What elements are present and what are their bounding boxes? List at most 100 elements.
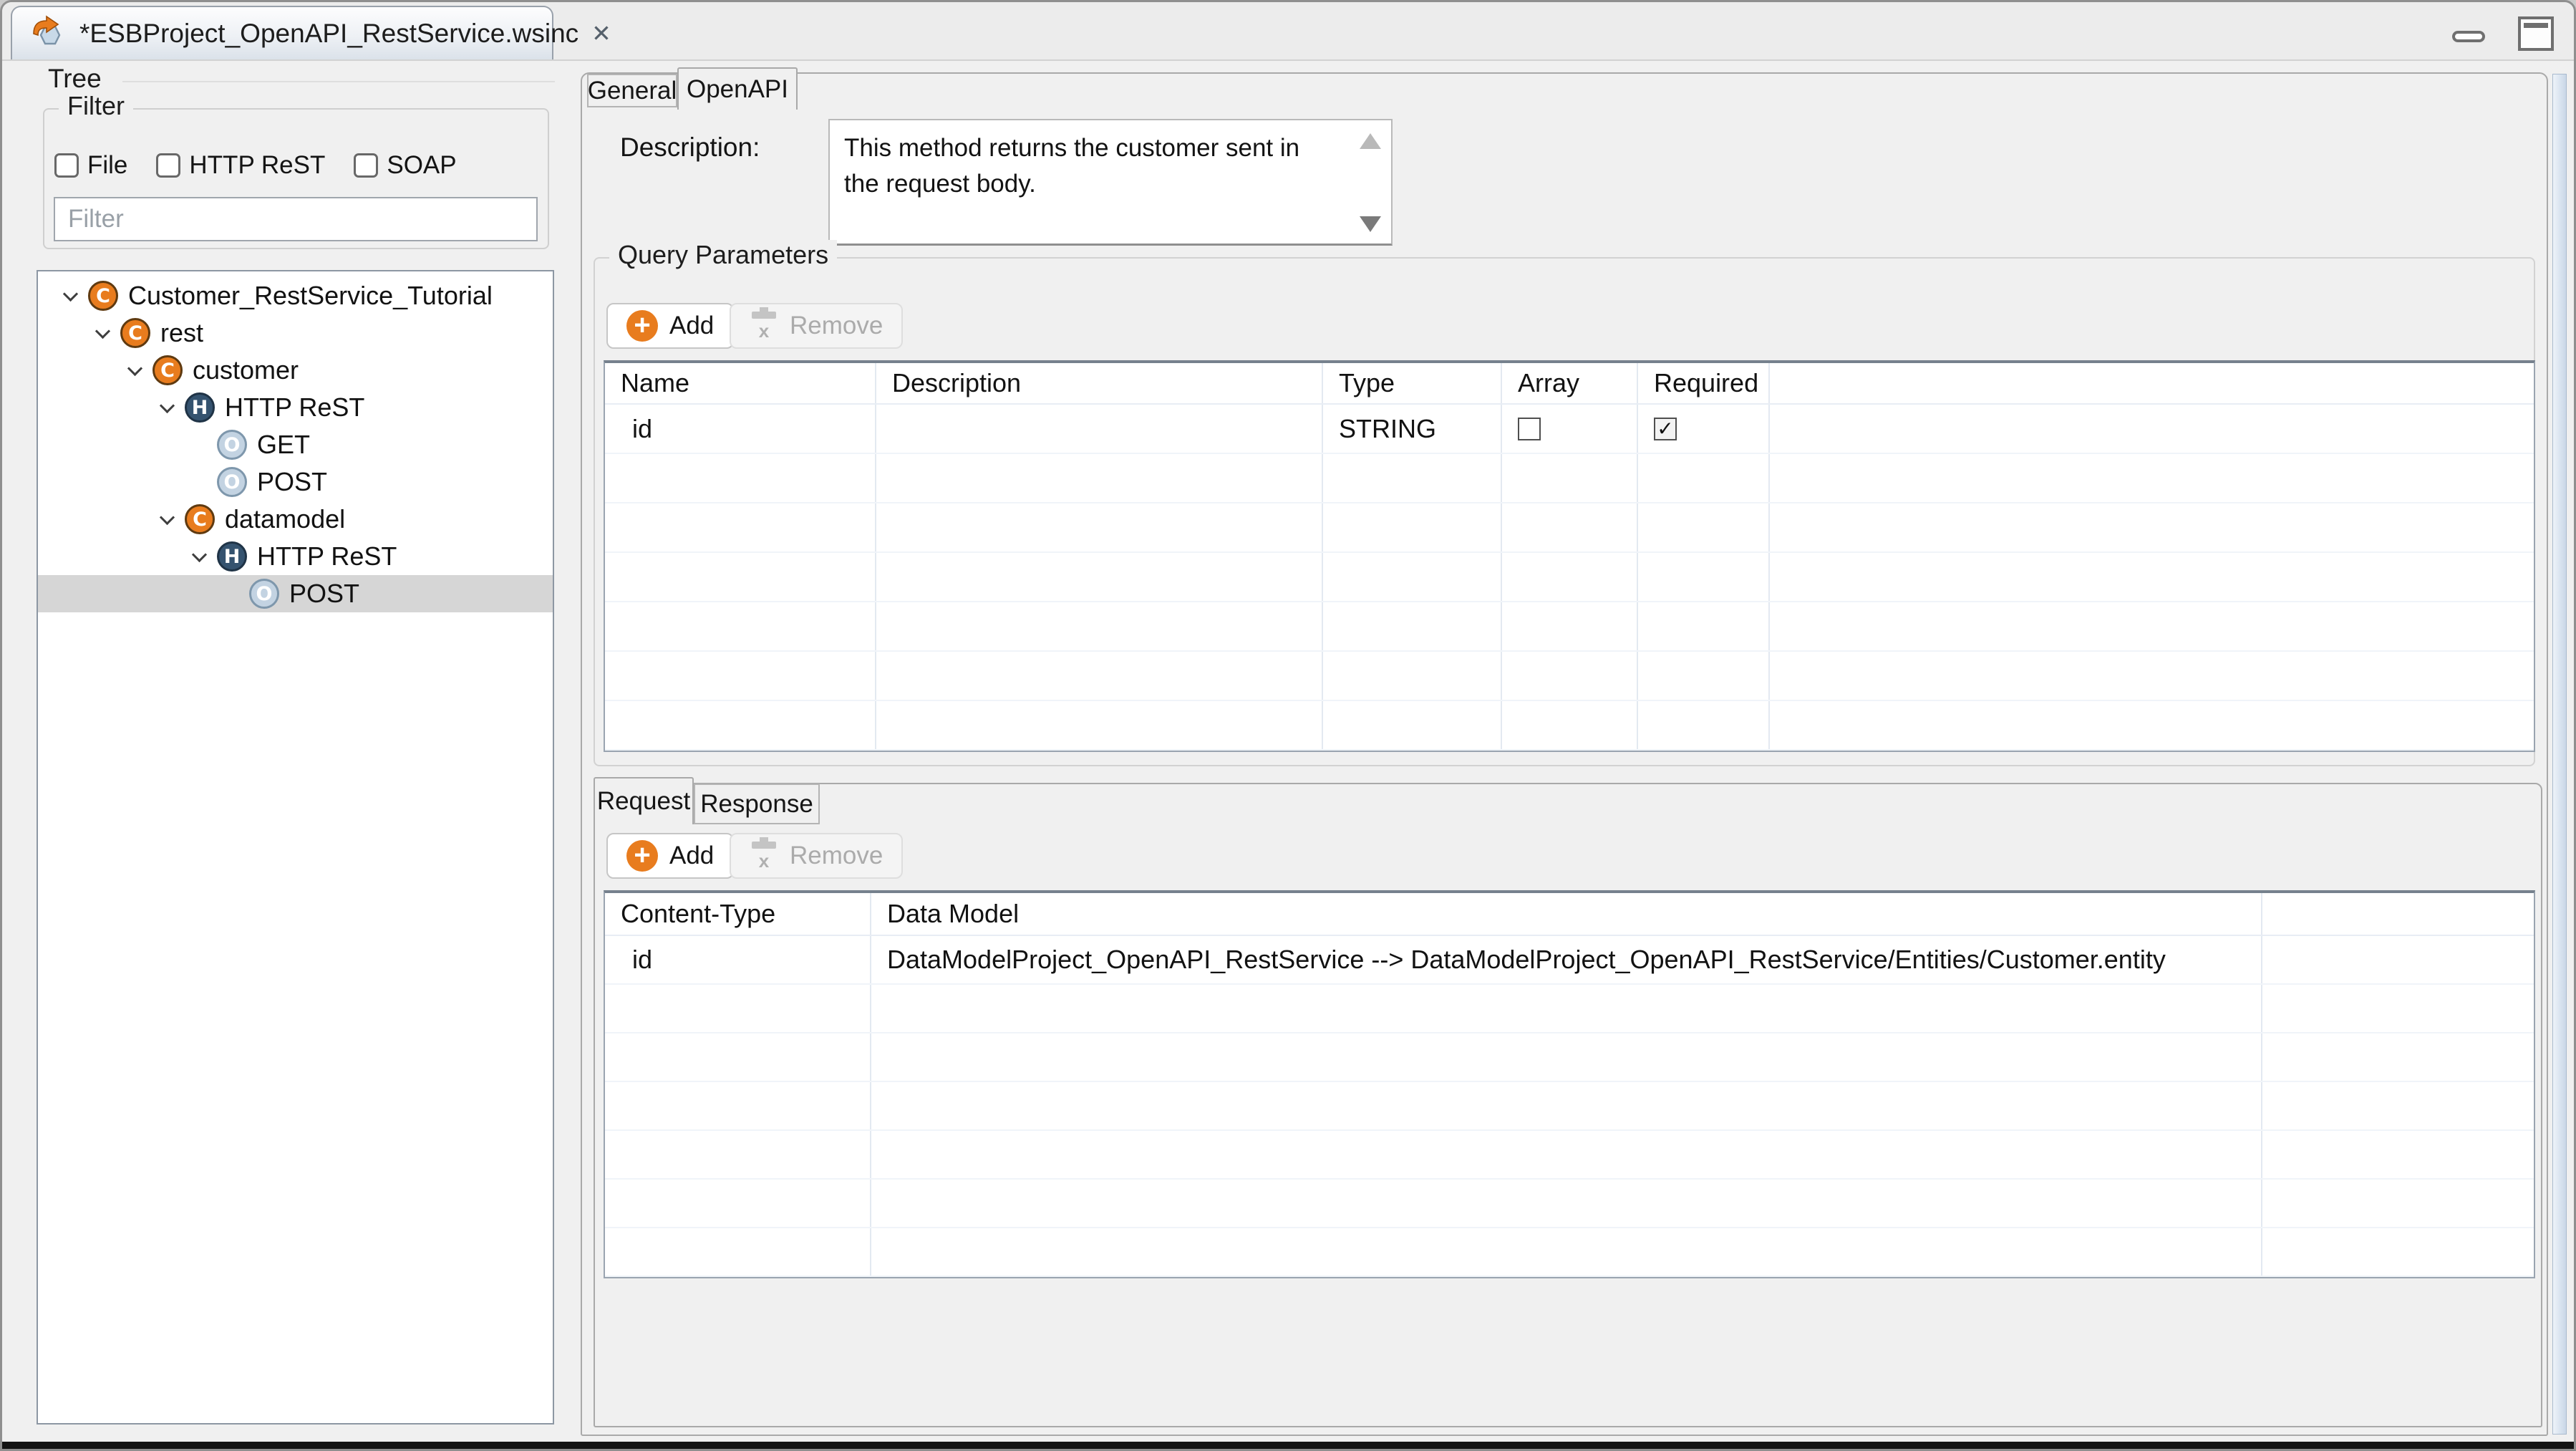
column-header-array[interactable]: Array <box>1502 363 1638 403</box>
description-text: This method returns the customer sent in… <box>844 130 1331 202</box>
editor-tab-title: *ESBProject_OpenAPI_RestService.wsinc <box>79 19 578 49</box>
tree-item-post[interactable]: O POST <box>38 463 553 501</box>
maximize-glyph <box>2524 23 2548 28</box>
file-checkbox[interactable]: ✓ <box>54 153 79 178</box>
table-row-empty[interactable] <box>605 1082 2534 1131</box>
cell-data-model: DataModelProject_OpenAPI_RestService -->… <box>871 936 2262 983</box>
query-parameters-table: Name Description Type Array Required id … <box>604 360 2535 752</box>
tree-item-rest[interactable]: C rest <box>38 314 553 352</box>
column-header-filler <box>2262 893 2534 935</box>
category-icon: C <box>120 318 150 348</box>
cell-name: id <box>605 405 876 453</box>
column-header-required[interactable]: Required <box>1638 363 1770 403</box>
filter-option-file: ✓ File <box>54 151 127 180</box>
column-header-name[interactable]: Name <box>605 363 876 403</box>
chevron-down-icon[interactable] <box>159 399 176 416</box>
soap-checkbox-label: SOAP <box>387 151 456 180</box>
remove-icon: x <box>750 310 778 342</box>
scroll-up-icon[interactable] <box>1360 133 1381 149</box>
chevron-down-icon[interactable] <box>95 324 112 342</box>
tree-item-post-selected[interactable]: O POST <box>38 575 553 612</box>
table-row-empty[interactable] <box>605 985 2534 1033</box>
table-row-empty[interactable] <box>605 1033 2534 1082</box>
table-row-empty[interactable] <box>605 1131 2534 1180</box>
table-row-empty[interactable] <box>605 652 2534 701</box>
http-rest-checkbox[interactable]: ✓ <box>156 153 180 178</box>
table-header-row: Name Description Type Array Required <box>605 363 2534 405</box>
application-window: *ESBProject_OpenAPI_RestService.wsinc ✕ … <box>0 0 2576 1451</box>
tree-item-datamodel[interactable]: C datamodel <box>38 501 553 538</box>
http-rest-checkbox-label: HTTP ReST <box>189 151 325 180</box>
tree-item-http-rest-datamodel[interactable]: H HTTP ReST <box>38 538 553 575</box>
table-row-empty[interactable] <box>605 553 2534 602</box>
add-button-label: Add <box>669 312 714 340</box>
operation-icon: O <box>249 579 279 609</box>
tab-request-label: Request <box>597 787 690 816</box>
tree-item-http-rest[interactable]: H HTTP ReST <box>38 389 553 426</box>
table-row-empty[interactable] <box>605 1228 2534 1277</box>
description-label: Description: <box>620 132 760 163</box>
cell-array: ✓ <box>1502 405 1638 453</box>
category-icon: C <box>185 504 215 534</box>
check-icon: ✓ <box>1657 419 1673 439</box>
column-header-description[interactable]: Description <box>876 363 1323 403</box>
cell-type: STRING <box>1323 405 1502 453</box>
cell-required: ✓ <box>1638 405 1770 453</box>
remove-button-label: Remove <box>790 842 883 870</box>
column-header-data-model[interactable]: Data Model <box>871 893 2262 935</box>
http-rest-icon: H <box>217 541 247 572</box>
tree-item-get[interactable]: O GET <box>38 426 553 463</box>
tree-panel-title: Tree <box>48 64 102 94</box>
editor-tab[interactable]: *ESBProject_OpenAPI_RestService.wsinc ✕ <box>11 6 553 59</box>
tree-item-customer-restservice-tutorial[interactable]: C Customer_RestService_Tutorial <box>38 277 553 314</box>
add-icon: + <box>626 840 658 872</box>
cell-description <box>876 405 1323 453</box>
add-icon: + <box>626 310 658 342</box>
add-button-label: Add <box>669 842 714 870</box>
filter-input[interactable] <box>54 197 538 241</box>
tab-openapi[interactable]: OpenAPI <box>677 67 798 110</box>
maximize-button[interactable] <box>2518 16 2554 51</box>
category-icon: C <box>88 281 118 311</box>
column-header-type[interactable]: Type <box>1323 363 1502 403</box>
table-row-empty[interactable] <box>605 503 2534 553</box>
cell-filler <box>2262 936 2534 983</box>
remove-query-parameter-button[interactable]: x Remove <box>730 303 903 349</box>
soap-checkbox[interactable]: ✓ <box>354 153 378 178</box>
tab-general-label: General <box>588 77 677 105</box>
description-textarea[interactable]: This method returns the customer sent in… <box>828 119 1393 246</box>
scroll-down-icon[interactable] <box>1360 216 1381 232</box>
filter-checkbox-row: ✓ File ✓ HTTP ReST ✓ SOAP <box>54 151 457 180</box>
filter-group-legend: Filter <box>59 91 133 121</box>
chevron-down-icon[interactable] <box>127 362 144 379</box>
table-row-empty[interactable] <box>605 701 2534 751</box>
column-header-content-type[interactable]: Content-Type <box>605 893 871 935</box>
chevron-down-icon[interactable] <box>159 511 176 528</box>
close-icon[interactable]: ✕ <box>591 19 611 47</box>
tab-response-label: Response <box>700 790 813 819</box>
tree-item-customer[interactable]: C customer <box>38 352 553 389</box>
chevron-down-icon[interactable] <box>62 287 79 304</box>
add-query-parameter-button[interactable]: + Add <box>606 303 734 349</box>
operation-icon: O <box>217 430 247 460</box>
table-row-empty[interactable] <box>605 454 2534 503</box>
chevron-down-icon[interactable] <box>191 548 208 565</box>
table-row-id[interactable]: id STRING ✓ ✓ <box>605 405 2534 454</box>
chevron-placeholder <box>223 585 241 602</box>
cell-content-type: id <box>605 936 871 983</box>
table-row-empty[interactable] <box>605 602 2534 652</box>
table-row-empty[interactable] <box>605 1180 2534 1228</box>
remove-content-type-button[interactable]: x Remove <box>730 833 903 879</box>
table-row-id[interactable]: id DataModelProject_OpenAPI_RestService … <box>605 936 2534 985</box>
add-content-type-button[interactable]: + Add <box>606 833 734 879</box>
required-checkbox[interactable]: ✓ <box>1654 418 1677 440</box>
vertical-scrollbar[interactable] <box>2552 74 2567 1435</box>
divider <box>122 81 555 82</box>
minimize-button[interactable] <box>2452 31 2485 42</box>
chevron-placeholder <box>191 473 208 491</box>
tab-general[interactable]: General <box>587 74 677 107</box>
window-bottom-edge <box>2 1442 2574 1449</box>
tab-request[interactable]: Request <box>594 777 694 824</box>
tab-response[interactable]: Response <box>694 784 820 824</box>
array-checkbox[interactable]: ✓ <box>1518 418 1541 440</box>
